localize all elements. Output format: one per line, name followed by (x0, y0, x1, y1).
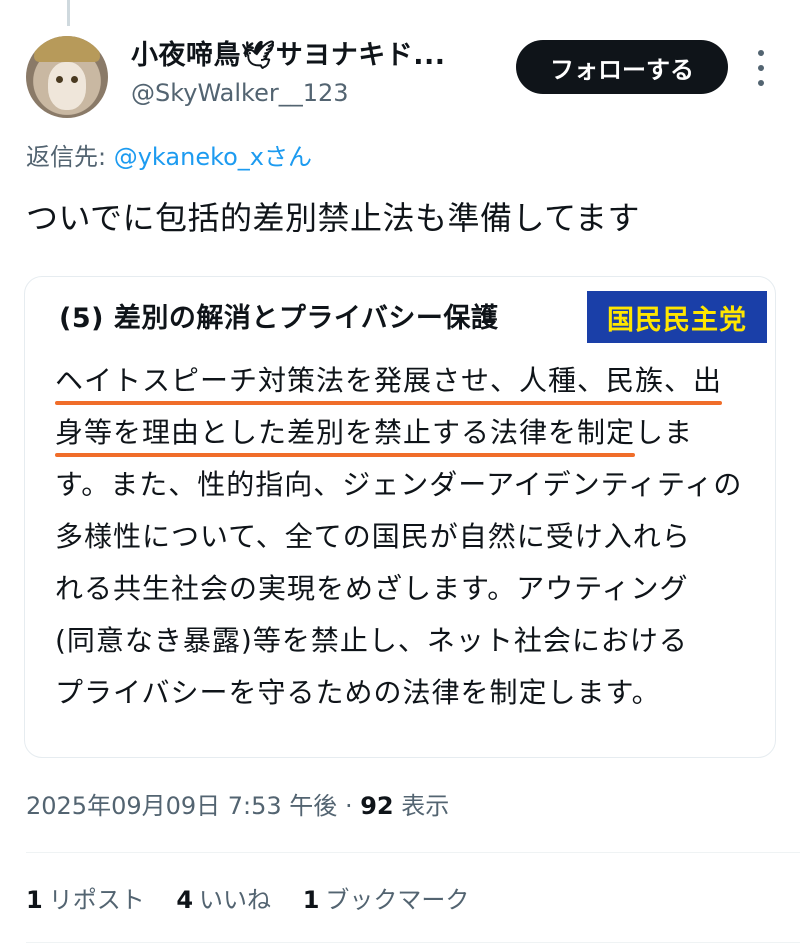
bookmark-count-link[interactable]: 1 ブックマーク (303, 886, 470, 914)
timestamp-link[interactable]: 2025年09月09日 7:53 午後 (26, 792, 337, 820)
card-line: (同意なき暴露)等を禁止し、ネット社会における (55, 624, 688, 657)
card-line: す。また、性的指向、ジェンダーアイデンティティの (55, 468, 743, 501)
party-badge: 国民民主党 (587, 291, 767, 343)
engagement-stats: 1 リポスト 4 いいね 1 ブックマーク (26, 880, 493, 920)
reply-to-line: 返信先: @ykaneko_xさん (26, 140, 312, 174)
user-handle[interactable]: @SkyWalker__123 (131, 76, 446, 110)
divider (26, 852, 800, 853)
views-label: 表示 (393, 792, 450, 820)
repost-count-link[interactable]: 1 リポスト (26, 886, 145, 914)
card-line: 多様性について、全ての国民が自然に受け入れら (55, 520, 691, 553)
highlighted-text: 身等を理由とした差別を禁止する法律を制定 (55, 407, 636, 459)
reply-mention-link[interactable]: @ykaneko_x (114, 143, 264, 171)
reply-prefix: 返信先: (26, 143, 114, 171)
follow-button[interactable]: フォローする (516, 40, 728, 94)
thread-connector-line (67, 0, 70, 26)
avatar[interactable] (26, 36, 108, 118)
card-line: プライバシーを守るための法律を制定します。 (55, 676, 661, 709)
attached-image-card[interactable]: (5) 差別の解消とプライバシー保護 国民民主党 ヘイトスピーチ対策法を発展させ… (24, 276, 776, 758)
highlighted-text: ヘイトスピーチ対策法を発展させ、人種、民族、出 (55, 355, 723, 407)
divider (26, 942, 800, 943)
tweet-timestamp: 2025年09月09日 7:53 午後 · 92 表示 (26, 792, 450, 820)
more-vertical-icon[interactable] (754, 46, 768, 90)
view-count: 92 (360, 792, 394, 820)
tweet-header: 小夜啼鳥🕊サヨナキド... @SkyWalker__123 フォローする (26, 32, 782, 122)
like-count-link[interactable]: 4 いいね (176, 886, 271, 914)
author-names: 小夜啼鳥🕊サヨナキド... @SkyWalker__123 (131, 38, 446, 110)
card-line: ヘイトスピーチ対策法を発展させ、人種、民族、出 (55, 355, 755, 407)
reply-suffix: さん (264, 143, 313, 171)
card-line: れる共生社会の実現をめざします。アウティング (55, 572, 689, 605)
card-body: ヘイトスピーチ対策法を発展させ、人種、民族、出 身等を理由とした差別を禁止する法… (55, 355, 755, 719)
display-name[interactable]: 小夜啼鳥🕊サヨナキド... (131, 38, 446, 74)
tweet-text: ついでに包括的差別禁止法も準備してます (26, 199, 640, 237)
card-title: (5) 差別の解消とプライバシー保護 (59, 303, 499, 334)
card-line: 身等を理由とした差別を禁止する法律を制定しま (55, 407, 755, 459)
cat-avatar-icon (34, 36, 100, 62)
